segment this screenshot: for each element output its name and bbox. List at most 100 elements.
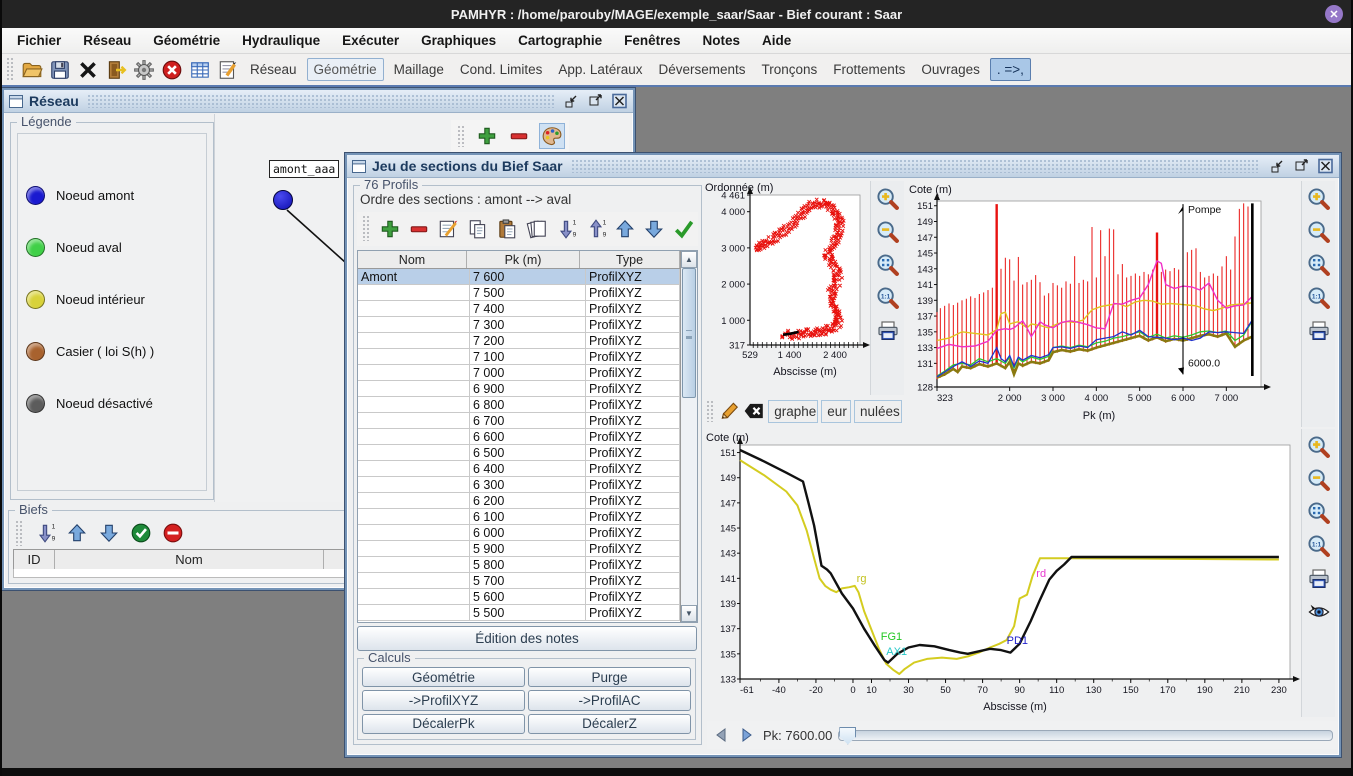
previous-section-button[interactable]	[711, 725, 731, 745]
toolbar-grip[interactable]	[6, 57, 14, 81]
plan-chart[interactable]: Ordonnée (m)3171 0002 0003 0004 0004 461…	[704, 181, 872, 395]
table-row[interactable]: 6 900ProfilXYZ	[358, 381, 680, 397]
app-lat-raux-button[interactable]: App. Latéraux	[552, 59, 648, 80]
zoom-fit-icon[interactable]	[1306, 252, 1332, 278]
add-icon[interactable]	[378, 217, 400, 241]
print-icon[interactable]	[1306, 566, 1332, 592]
scroll-up-icon[interactable]: ▲	[681, 251, 697, 268]
pk-slider-track[interactable]	[838, 730, 1333, 741]
sort-asc-icon[interactable]: 19	[584, 217, 606, 241]
print-icon[interactable]	[1306, 318, 1332, 344]
sort-desc-icon[interactable]: 19	[555, 217, 577, 241]
paste-icon[interactable]	[496, 217, 518, 241]
open-folder-icon[interactable]	[20, 58, 44, 82]
zoom-out-icon[interactable]	[875, 219, 901, 245]
table-row[interactable]: 7 000ProfilXYZ	[358, 365, 680, 381]
table-row[interactable]: 5 700ProfilXYZ	[358, 573, 680, 589]
grid-icon[interactable]	[188, 58, 212, 82]
table-row[interactable]: 7 200ProfilXYZ	[358, 333, 680, 349]
table-row[interactable]: 6 200ProfilXYZ	[358, 493, 680, 509]
profilac-button[interactable]: ->ProfilAC	[528, 690, 691, 710]
tab-nul-es[interactable]: nulées	[854, 400, 902, 423]
move-down-icon[interactable]	[643, 217, 665, 241]
d-versements-button[interactable]: Déversements	[652, 59, 751, 80]
eye-icon[interactable]	[1306, 599, 1332, 625]
remove-node-icon[interactable]	[507, 124, 531, 148]
remove-icon[interactable]	[408, 217, 430, 241]
table-row[interactable]: 7 100ProfilXYZ	[358, 349, 680, 365]
table-row[interactable]: 6 700ProfilXYZ	[358, 413, 680, 429]
table-row[interactable]: 5 900ProfilXYZ	[358, 541, 680, 557]
table-row[interactable]: 6 800ProfilXYZ	[358, 397, 680, 413]
menu-g-om-trie[interactable]: Géométrie	[142, 33, 231, 48]
menu-graphiques[interactable]: Graphiques	[410, 33, 507, 48]
zoom-in-icon[interactable]	[1306, 434, 1332, 460]
maillage-button[interactable]: Maillage	[388, 59, 450, 80]
sort-icon[interactable]: 19	[33, 521, 57, 545]
col-pk-m[interactable]: Pk (m)	[467, 251, 580, 268]
frottements-button[interactable]: Frottements	[827, 59, 911, 80]
edition-notes-button[interactable]: Édition des notes	[357, 626, 697, 651]
profilxyz-button[interactable]: ->ProfilXYZ	[362, 690, 525, 710]
menu-fichier[interactable]: Fichier	[6, 33, 72, 48]
table-row[interactable]: 6 000ProfilXYZ	[358, 525, 680, 541]
d-calerpk-button[interactable]: DécalerPk	[362, 714, 525, 734]
zoom-fit-icon[interactable]	[1306, 500, 1332, 526]
copy-icon[interactable]	[467, 217, 489, 241]
table-row[interactable]: Amont7 600ProfilXYZ	[358, 269, 680, 285]
table-row[interactable]: 7 300ProfilXYZ	[358, 317, 680, 333]
g-om-trie-button[interactable]: Géométrie	[362, 667, 525, 687]
table-row[interactable]: 5 800ProfilXYZ	[358, 557, 680, 573]
biefs-col-nom[interactable]: Nom	[55, 550, 324, 569]
print-icon[interactable]	[875, 318, 901, 344]
minimize-icon[interactable]	[1268, 158, 1286, 175]
d-calerz-button[interactable]: DécalerZ	[528, 714, 691, 734]
reseau-window-titlebar[interactable]: Réseau	[4, 90, 633, 113]
table-row[interactable]: 5 600ProfilXYZ	[358, 589, 680, 605]
notes-icon[interactable]	[216, 58, 240, 82]
item-button[interactable]: . =>,	[990, 58, 1031, 81]
menu-aide[interactable]: Aide	[751, 33, 802, 48]
menu-ex-cuter[interactable]: Exécuter	[331, 33, 410, 48]
scrollbar-thumb[interactable]	[682, 268, 696, 398]
save-icon[interactable]	[48, 58, 72, 82]
menu-fen-tres[interactable]: Fenêtres	[613, 33, 691, 48]
col-nom[interactable]: Nom	[358, 251, 467, 268]
menu-notes[interactable]: Notes	[691, 33, 751, 48]
biefs-col-id[interactable]: ID	[14, 550, 55, 569]
col-type[interactable]: Type	[580, 251, 680, 268]
duplicate-icon[interactable]	[526, 217, 548, 241]
minimize-icon[interactable]	[562, 93, 580, 110]
sections-window-titlebar[interactable]: Jeu de sections du Bief Saar	[347, 155, 1339, 178]
exit-door-icon[interactable]	[104, 58, 128, 82]
table-row[interactable]: 6 300ProfilXYZ	[358, 477, 680, 493]
clear-icon[interactable]	[743, 399, 765, 423]
menu-r-seau[interactable]: Réseau	[72, 33, 142, 48]
move-down-icon[interactable]	[97, 521, 121, 545]
table-row[interactable]: 7 500ProfilXYZ	[358, 285, 680, 301]
table-row[interactable]: 6 600ProfilXYZ	[358, 429, 680, 445]
enable-icon[interactable]	[129, 521, 153, 545]
maximize-icon[interactable]	[586, 93, 604, 110]
move-up-icon[interactable]	[614, 217, 636, 241]
tron-ons-button[interactable]: Tronçons	[756, 59, 824, 80]
zoom-out-icon[interactable]	[1306, 219, 1332, 245]
move-up-icon[interactable]	[65, 521, 89, 545]
zoom-out-icon[interactable]	[1306, 467, 1332, 493]
pk-slider-thumb[interactable]	[839, 727, 856, 745]
close-x-icon[interactable]	[76, 58, 100, 82]
r-seau-button[interactable]: Réseau	[244, 59, 303, 80]
os-close-button[interactable]: ✕	[1325, 5, 1343, 23]
gear-icon[interactable]	[132, 58, 156, 82]
stop-icon[interactable]	[160, 58, 184, 82]
longitudinal-chart[interactable]: Cote (m)12813113313513713914114314514714…	[907, 181, 1301, 427]
tab-graphe[interactable]: graphe	[768, 400, 818, 423]
zoom-in-icon[interactable]	[1306, 186, 1332, 212]
zoom-1-1-icon[interactable]: 1:1	[875, 285, 901, 311]
edit-icon[interactable]	[437, 217, 459, 241]
maximize-icon[interactable]	[1292, 158, 1310, 175]
palette-icon[interactable]	[539, 123, 565, 149]
menu-hydraulique[interactable]: Hydraulique	[231, 33, 331, 48]
close-icon[interactable]	[610, 93, 628, 110]
menu-cartographie[interactable]: Cartographie	[507, 33, 613, 48]
